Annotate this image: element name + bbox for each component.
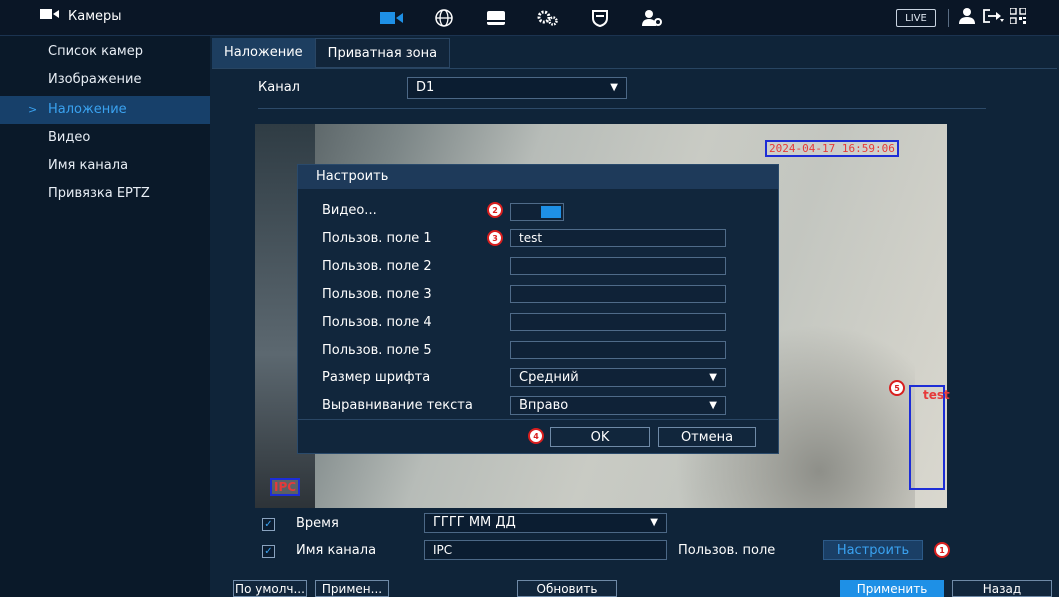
chevron-down-icon: ▼ — [610, 82, 618, 93]
channel-name-overlay[interactable]: IPC — [270, 478, 301, 496]
chevron-down-icon: ▼ — [709, 400, 717, 411]
divider — [948, 9, 949, 27]
annotation-marker-5: 5 — [889, 380, 905, 396]
font-size-value: Средний — [519, 370, 579, 385]
sidebar-item-channel-name[interactable]: Имя канала — [0, 152, 210, 180]
apply-to-button[interactable]: Примен... — [315, 580, 389, 597]
back-button[interactable]: Назад — [952, 580, 1052, 597]
chevron-right-icon: > — [28, 103, 38, 116]
custom-field-1-label: Пользов. поле 1 — [322, 231, 432, 246]
custom-field-3-label: Пользов. поле 3 — [322, 287, 432, 302]
custom-field-1-input[interactable]: test — [510, 229, 726, 247]
custom-field-label: Пользов. поле — [678, 543, 776, 558]
sidebar-item-overlay[interactable]: > Наложение — [0, 96, 210, 124]
channel-name-label: Имя канала — [296, 543, 377, 558]
sidebar-item-eptz[interactable]: Привязка EPTZ — [0, 180, 210, 208]
account-icon[interactable] — [640, 6, 664, 30]
time-format-select[interactable]: ГГГГ ММ ДД ▼ — [424, 513, 667, 533]
sidebar-item-image[interactable]: Изображение — [0, 66, 210, 94]
font-size-label: Размер шрифта — [322, 370, 431, 385]
font-size-select[interactable]: Средний ▼ — [510, 368, 726, 387]
chevron-down-icon: ▼ — [709, 372, 717, 383]
channel-select[interactable]: D1 ▼ — [407, 77, 627, 99]
annotation-marker-2: 2 — [487, 202, 503, 218]
sidebar-item-video[interactable]: Видео — [0, 124, 210, 152]
video-toggle[interactable] — [510, 203, 564, 221]
alignment-select[interactable]: Вправо ▼ — [510, 396, 726, 415]
divider — [258, 108, 986, 109]
custom-field-2-label: Пользов. поле 2 — [322, 259, 432, 274]
tab-underline — [212, 68, 1057, 69]
video-label: Видео... — [322, 203, 377, 218]
time-label: Время — [296, 516, 339, 531]
live-button[interactable]: LIVE — [896, 9, 936, 27]
network-icon[interactable] — [432, 6, 456, 30]
chevron-down-icon: ▼ — [650, 517, 658, 528]
time-format-value: ГГГГ ММ ДД — [433, 515, 516, 530]
channel-name-input[interactable]: IPC — [424, 540, 667, 560]
refresh-button[interactable]: Обновить — [517, 580, 617, 597]
sidebar-item-camera-list[interactable]: Список камер — [0, 38, 210, 66]
annotation-marker-4: 4 — [528, 428, 544, 444]
security-icon[interactable] — [588, 6, 612, 30]
custom-field-2-input[interactable] — [510, 257, 726, 275]
custom-field-5-label: Пользов. поле 5 — [322, 343, 432, 358]
custom-text-overlay: test — [923, 388, 950, 402]
user-icon[interactable] — [958, 7, 976, 29]
configure-dialog: Настроить Видео... Пользов. поле 1 test … — [297, 164, 779, 454]
alignment-value: Вправо — [519, 398, 569, 413]
dialog-divider — [298, 419, 778, 420]
tab-overlay[interactable]: Наложение — [212, 38, 315, 68]
annotation-marker-1: 1 — [934, 542, 950, 558]
timestamp-overlay[interactable]: 2024-04-17 16:59:06 — [765, 140, 899, 157]
camera-title-icon — [40, 8, 60, 24]
settings-icon[interactable] — [536, 6, 560, 30]
ok-button[interactable]: OK — [550, 427, 650, 447]
channel-label: Канал — [258, 80, 300, 95]
annotation-marker-3: 3 — [487, 230, 503, 246]
app-brand[interactable]: Камеры — [40, 8, 122, 24]
tab-privacy-zone[interactable]: Приватная зона — [314, 38, 451, 68]
dialog-title: Настроить — [298, 165, 778, 189]
channel-value: D1 — [416, 80, 435, 95]
custom-field-4-label: Пользов. поле 4 — [322, 315, 432, 330]
app-title: Камеры — [68, 8, 122, 24]
qr-icon[interactable] — [1009, 7, 1027, 28]
storage-icon[interactable] — [484, 6, 508, 30]
configure-button[interactable]: Настроить — [823, 540, 923, 560]
camera-icon[interactable] — [380, 6, 404, 30]
cancel-button[interactable]: Отмена — [658, 427, 756, 447]
default-button[interactable]: По умолч... — [233, 580, 307, 597]
logout-icon[interactable] — [982, 8, 1004, 28]
time-checkbox[interactable]: ✓ — [262, 518, 275, 531]
toggle-knob — [541, 206, 561, 218]
channel-name-checkbox[interactable]: ✓ — [262, 545, 275, 558]
apply-button[interactable]: Применить — [840, 580, 944, 597]
top-bar: Камеры LIVE — [0, 0, 1059, 36]
custom-field-3-input[interactable] — [510, 285, 726, 303]
custom-field-4-input[interactable] — [510, 313, 726, 331]
alignment-label: Выравнивание текста — [322, 398, 473, 413]
custom-field-5-input[interactable] — [510, 341, 726, 359]
sidebar-item-label: Наложение — [48, 102, 127, 117]
